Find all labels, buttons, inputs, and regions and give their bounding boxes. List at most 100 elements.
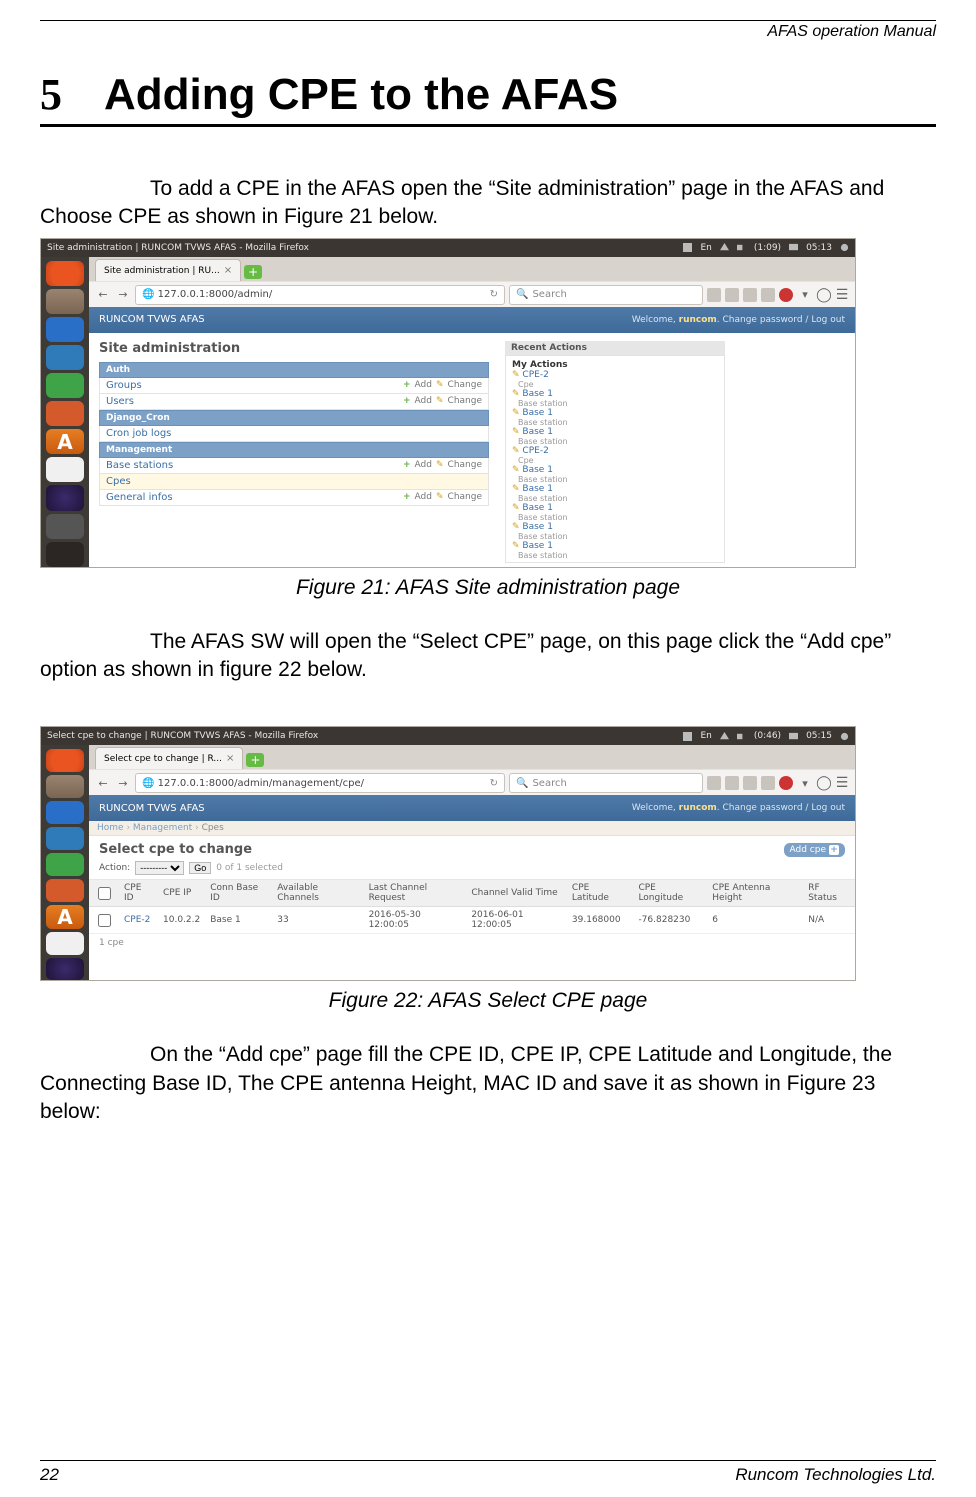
writer-icon[interactable] (46, 345, 84, 370)
add-icon[interactable]: + (403, 380, 411, 390)
col-valid-time[interactable]: Channel Valid Time (466, 880, 567, 907)
home-icon[interactable] (725, 776, 739, 790)
edit-icon[interactable]: ✎ (436, 492, 444, 502)
calc-icon[interactable] (46, 853, 84, 876)
new-tab-button[interactable]: + (246, 753, 264, 767)
col-avail-ch[interactable]: Available Channels (272, 880, 363, 907)
header-links[interactable]: Change password / Log out (723, 803, 845, 813)
model-generalinfos[interactable]: General infos +Add ✎Change (99, 490, 489, 506)
model-basestations[interactable]: Base stations +Add ✎Change (99, 458, 489, 474)
browser-tab-active[interactable]: Select cpe to change | R... × (95, 747, 243, 769)
settings-icon[interactable] (46, 514, 84, 539)
new-tab-button[interactable]: + (244, 265, 262, 279)
bookmarks-icon[interactable] (743, 776, 757, 790)
adblock-icon[interactable] (779, 288, 793, 302)
calc-icon[interactable] (46, 373, 84, 398)
add-link[interactable]: Add (415, 492, 432, 502)
col-lat[interactable]: CPE Latitude (567, 880, 634, 907)
recent-item[interactable]: Base 1 (522, 465, 553, 475)
software-center-icon[interactable]: A (46, 429, 84, 454)
recent-item[interactable]: Base 1 (522, 484, 553, 494)
adblock-icon[interactable] (779, 776, 793, 790)
dash-icon[interactable] (46, 749, 84, 772)
col-cpe-ip[interactable]: CPE IP (158, 880, 205, 907)
hamburger-icon[interactable]: ☰ (835, 288, 849, 302)
recent-item[interactable]: Base 1 (522, 503, 553, 513)
table-row[interactable]: CPE-2 10.0.2.2 Base 1 33 2016-05-30 12:0… (89, 907, 855, 934)
address-bar[interactable]: 🌐 127.0.0.1:8000/admin/management/cpe/ ↻ (135, 773, 505, 793)
model-cpes-highlighted[interactable]: Cpes (99, 474, 489, 490)
forward-button[interactable]: → (115, 287, 131, 303)
breadcrumb-home[interactable]: Home (97, 823, 124, 833)
edit-icon[interactable]: ✎ (436, 396, 444, 406)
impress-icon[interactable] (46, 879, 84, 902)
header-links[interactable]: Change password / Log out (723, 315, 845, 325)
add-link[interactable]: Add (415, 380, 432, 390)
col-last-req[interactable]: Last Channel Request (364, 880, 467, 907)
add-link[interactable]: Add (415, 396, 432, 406)
refresh-icon[interactable]: ↻ (490, 289, 498, 300)
chevron-down-icon[interactable]: ▾ (797, 287, 813, 303)
address-bar[interactable]: 🌐 127.0.0.1:8000/admin/ ↻ (135, 285, 505, 305)
firefox-icon[interactable] (46, 801, 84, 824)
change-link[interactable]: Change (448, 492, 482, 502)
model-groups[interactable]: Groups +Add ✎Change (99, 378, 489, 394)
hamburger-icon[interactable]: ☰ (835, 776, 849, 790)
app-header-management[interactable]: Management (99, 442, 489, 458)
loop-icon[interactable]: ◯ (817, 288, 831, 302)
add-icon[interactable]: + (403, 460, 411, 470)
cell-cpe-id[interactable]: CPE-2 (119, 907, 158, 934)
go-button[interactable]: Go (189, 862, 211, 874)
pocket-icon[interactable] (761, 288, 775, 302)
downloads-icon[interactable] (707, 288, 721, 302)
amazon-icon[interactable] (46, 457, 84, 482)
edit-icon[interactable]: ✎ (436, 380, 444, 390)
col-cpe-id[interactable]: CPE ID (119, 880, 158, 907)
recent-item[interactable]: CPE-2 (522, 370, 548, 380)
search-box[interactable]: 🔍 Search (509, 773, 703, 793)
chevron-down-icon[interactable]: ▾ (797, 775, 813, 791)
recent-item[interactable]: CPE-2 (522, 446, 548, 456)
writer-icon[interactable] (46, 827, 84, 850)
add-link[interactable]: Add (415, 460, 432, 470)
back-button[interactable]: ← (95, 287, 111, 303)
terminal-icon[interactable] (46, 542, 84, 567)
change-link[interactable]: Change (448, 380, 482, 390)
browser-tab-active[interactable]: Site administration | RU... × (95, 259, 241, 281)
recent-item[interactable]: Base 1 (522, 389, 553, 399)
model-cronjoblogs[interactable]: Cron job logs (99, 426, 489, 442)
firefox-icon[interactable] (46, 317, 84, 342)
add-icon[interactable]: + (403, 396, 411, 406)
app-header-auth[interactable]: Auth (99, 362, 489, 378)
app-header-cron[interactable]: Django_Cron (99, 410, 489, 426)
recent-item[interactable]: Base 1 (522, 408, 553, 418)
action-select[interactable]: --------- (135, 861, 184, 875)
close-icon[interactable]: × (224, 266, 232, 276)
edit-icon[interactable]: ✎ (436, 460, 444, 470)
recent-item[interactable]: Base 1 (522, 522, 553, 532)
col-ant-height[interactable]: CPE Antenna Height (707, 880, 803, 907)
change-link[interactable]: Change (448, 460, 482, 470)
add-icon[interactable]: + (403, 492, 411, 502)
search-box[interactable]: 🔍 Search (509, 285, 703, 305)
files-icon[interactable] (46, 775, 84, 798)
amazon-icon[interactable] (46, 932, 84, 955)
col-lon[interactable]: CPE Longitude (633, 880, 707, 907)
eclipse-icon[interactable] (46, 958, 84, 981)
model-users[interactable]: Users +Add ✎Change (99, 394, 489, 410)
col-conn-base[interactable]: Conn Base ID (205, 880, 272, 907)
recent-item[interactable]: Base 1 (522, 427, 553, 437)
dash-icon[interactable] (46, 261, 84, 286)
refresh-icon[interactable]: ↻ (490, 778, 498, 789)
files-icon[interactable] (46, 289, 84, 314)
impress-icon[interactable] (46, 401, 84, 426)
recent-item[interactable]: Base 1 (522, 541, 553, 551)
row-checkbox[interactable] (98, 914, 111, 927)
add-cpe-button[interactable]: Add cpe + (784, 843, 845, 857)
col-rf-status[interactable]: RF Status (803, 880, 855, 907)
loop-icon[interactable]: ◯ (817, 776, 831, 790)
home-icon[interactable] (725, 288, 739, 302)
close-icon[interactable]: × (226, 754, 234, 764)
bookmarks-icon[interactable] (743, 288, 757, 302)
back-button[interactable]: ← (95, 775, 111, 791)
